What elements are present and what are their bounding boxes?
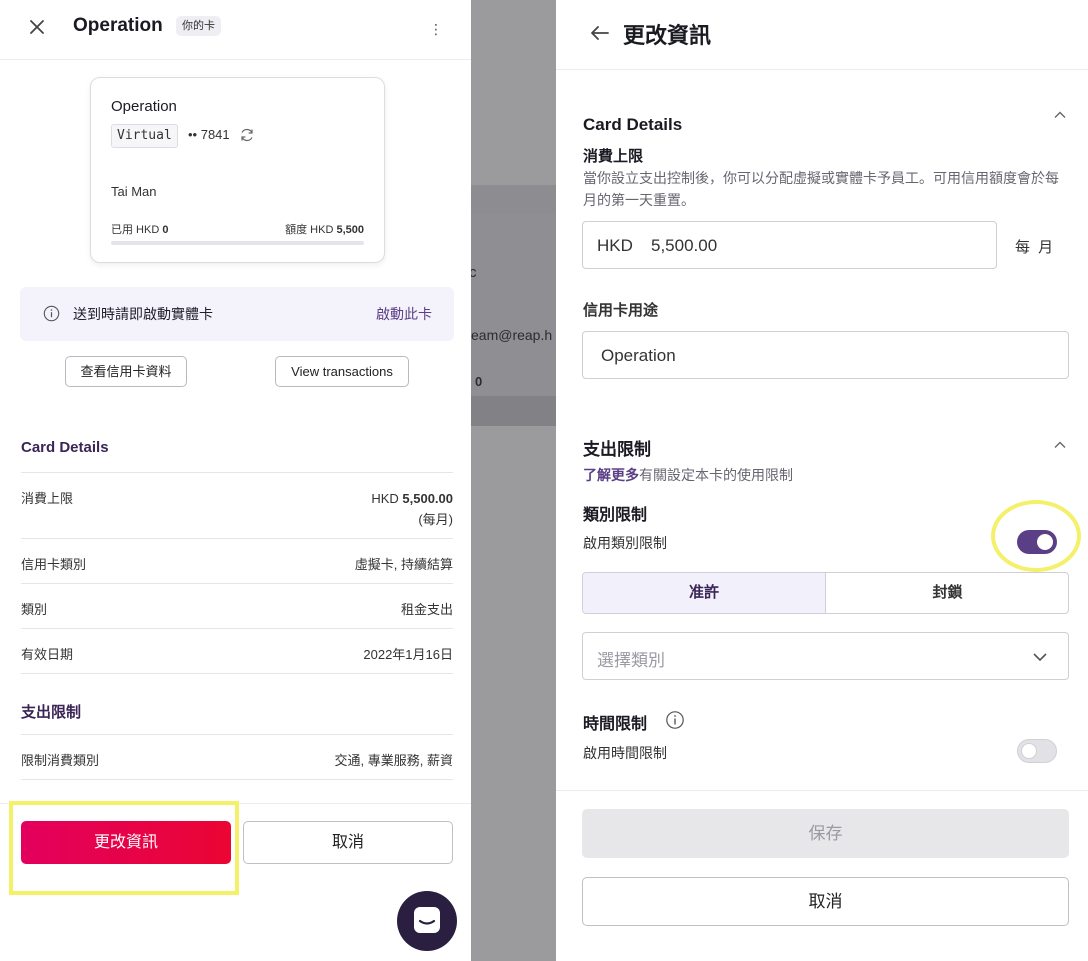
- detail-row-category: 類別 租金支出: [21, 583, 453, 628]
- learn-more-link[interactable]: 了解更多: [583, 467, 639, 483]
- card-details-section-title: Card Details: [583, 115, 683, 134]
- cancel-button[interactable]: 取消: [582, 877, 1069, 926]
- chevron-up-icon[interactable]: [1053, 440, 1067, 450]
- highlight-circle: [991, 500, 1081, 572]
- spend-limit-description: 當你設立支出控制後，你可以分配虛擬或實體卡予員工。可用信用額度會於每月的第一天重…: [583, 170, 1059, 208]
- activation-notice-text: 送到時請即啟動實體卡: [73, 306, 213, 322]
- category-restriction-toggle-label: 啟用類別限制: [583, 535, 667, 551]
- highlight-box: [9, 801, 239, 895]
- detail-value: 2022年1月16日: [363, 647, 453, 662]
- chevron-up-icon[interactable]: [1053, 110, 1067, 120]
- card-detail-panel: Operation 你的卡 ⋮ Operation Virtual •• 784…: [0, 0, 471, 961]
- refresh-icon[interactable]: [239, 127, 255, 143]
- card-details-heading: Card Details: [21, 439, 109, 456]
- kebab-icon[interactable]: ⋮: [428, 20, 444, 38]
- time-restriction-title: 時間限制: [583, 716, 648, 733]
- modal-backdrop[interactable]: c eam@reap.h 0: [471, 0, 556, 961]
- backdrop-text: c: [471, 264, 477, 281]
- learn-more-text: 有關設定本卡的使用限制: [639, 467, 793, 483]
- backdrop-band: [471, 396, 556, 426]
- card-purpose-label: 信用卡用途: [583, 302, 659, 319]
- card-number: •• 7841: [188, 127, 230, 142]
- limit-period[interactable]: 每 月: [1015, 236, 1055, 257]
- activate-card-link[interactable]: 啟動此卡: [376, 304, 432, 324]
- detail-label: 限制消費類別: [21, 753, 100, 768]
- toggle-knob: [1021, 743, 1037, 759]
- allow-block-segmented-control: 准許 封鎖: [582, 572, 1069, 614]
- backdrop-text: 0: [475, 374, 483, 389]
- edit-info-panel: 更改資訊 Card Details 消費上限 當你設立支出控制後，你可以分配虛擬…: [556, 0, 1088, 961]
- info-icon: [43, 305, 60, 322]
- detail-row-expiry: 有效日期 2022年1月16日: [21, 628, 453, 674]
- info-icon[interactable]: [665, 710, 685, 730]
- card-type-tag: Virtual: [111, 124, 178, 148]
- detail-value: 交通, 專業服務, 薪資: [334, 753, 453, 768]
- backdrop-band: [471, 185, 556, 214]
- detail-value: 租金支出: [400, 602, 453, 617]
- cancel-button[interactable]: 取消: [243, 821, 453, 864]
- detail-label: 消費上限: [21, 491, 74, 506]
- your-card-badge: 你的卡: [176, 16, 221, 36]
- detail-row-card-type: 信用卡類別 虛擬卡, 持續結算: [21, 538, 453, 583]
- spending-limits-section-title: 支出限制: [583, 440, 651, 459]
- edit-panel-title: 更改資訊: [623, 23, 712, 48]
- category-restriction-title: 類別限制: [583, 507, 648, 524]
- detail-label: 有效日期: [21, 647, 74, 662]
- tab-block[interactable]: 封鎖: [826, 573, 1068, 613]
- card-holder-name: Tai Man: [111, 184, 157, 199]
- close-icon[interactable]: [27, 17, 47, 37]
- detail-label: 類別: [21, 602, 48, 617]
- detail-value: HKD 5,500.00 (每月): [371, 491, 453, 527]
- card-title: Operation: [73, 15, 163, 36]
- backdrop-text: eam@reap.h: [471, 327, 553, 343]
- activation-notice: 送到時請即啟動實體卡 啟動此卡: [20, 287, 454, 341]
- card-purpose-value: Operation: [601, 346, 676, 365]
- chat-icon: [414, 907, 440, 933]
- used-amount: 已用 HKD 0: [111, 224, 169, 236]
- limit-amount: 額度 HKD 5,500: [285, 224, 364, 236]
- usage-progress-bar: [111, 241, 364, 245]
- chat-button[interactable]: [397, 891, 457, 951]
- tab-allow[interactable]: 准許: [583, 573, 826, 613]
- time-restriction-toggle-label: 啟用時間限制: [583, 745, 667, 761]
- currency-label: HKD: [597, 236, 633, 255]
- category-select-placeholder: 選擇類別: [597, 651, 665, 670]
- category-select[interactable]: 選擇類別: [582, 632, 1069, 680]
- card-purpose-input[interactable]: Operation: [582, 331, 1069, 379]
- detail-row-spend-limit: 消費上限 HKD 5,500.00 (每月): [21, 472, 453, 538]
- learn-more-row: 了解更多有關設定本卡的使用限制: [583, 465, 793, 485]
- backdrop-card: [471, 214, 556, 404]
- card-preview: Operation Virtual •• 7841 Tai Man 已用 HKD…: [90, 77, 385, 263]
- amount-value: 5,500.00: [651, 236, 718, 255]
- time-restriction-toggle[interactable]: [1017, 739, 1057, 763]
- detail-label: 信用卡類別: [21, 557, 87, 572]
- chevron-down-icon: [1033, 653, 1047, 662]
- spending-limits-heading: 支出限制: [21, 704, 82, 721]
- spend-limit-label: 消費上限: [583, 148, 644, 165]
- view-card-info-button[interactable]: 查看信用卡資料: [65, 356, 187, 387]
- card-preview-name: Operation: [111, 98, 177, 115]
- detail-row-restricted-categories: 限制消費類別 交通, 專業服務, 薪資: [21, 734, 453, 780]
- spend-limit-input[interactable]: HKD 5,500.00: [582, 221, 997, 269]
- view-transactions-button[interactable]: View transactions: [275, 356, 409, 387]
- detail-value: 虛擬卡, 持續結算: [354, 557, 453, 572]
- back-arrow-icon[interactable]: [589, 22, 611, 44]
- card-panel-header: Operation 你的卡 ⋮: [0, 0, 471, 60]
- save-button[interactable]: 保存: [582, 809, 1069, 858]
- edit-panel-header: 更改資訊: [556, 0, 1088, 70]
